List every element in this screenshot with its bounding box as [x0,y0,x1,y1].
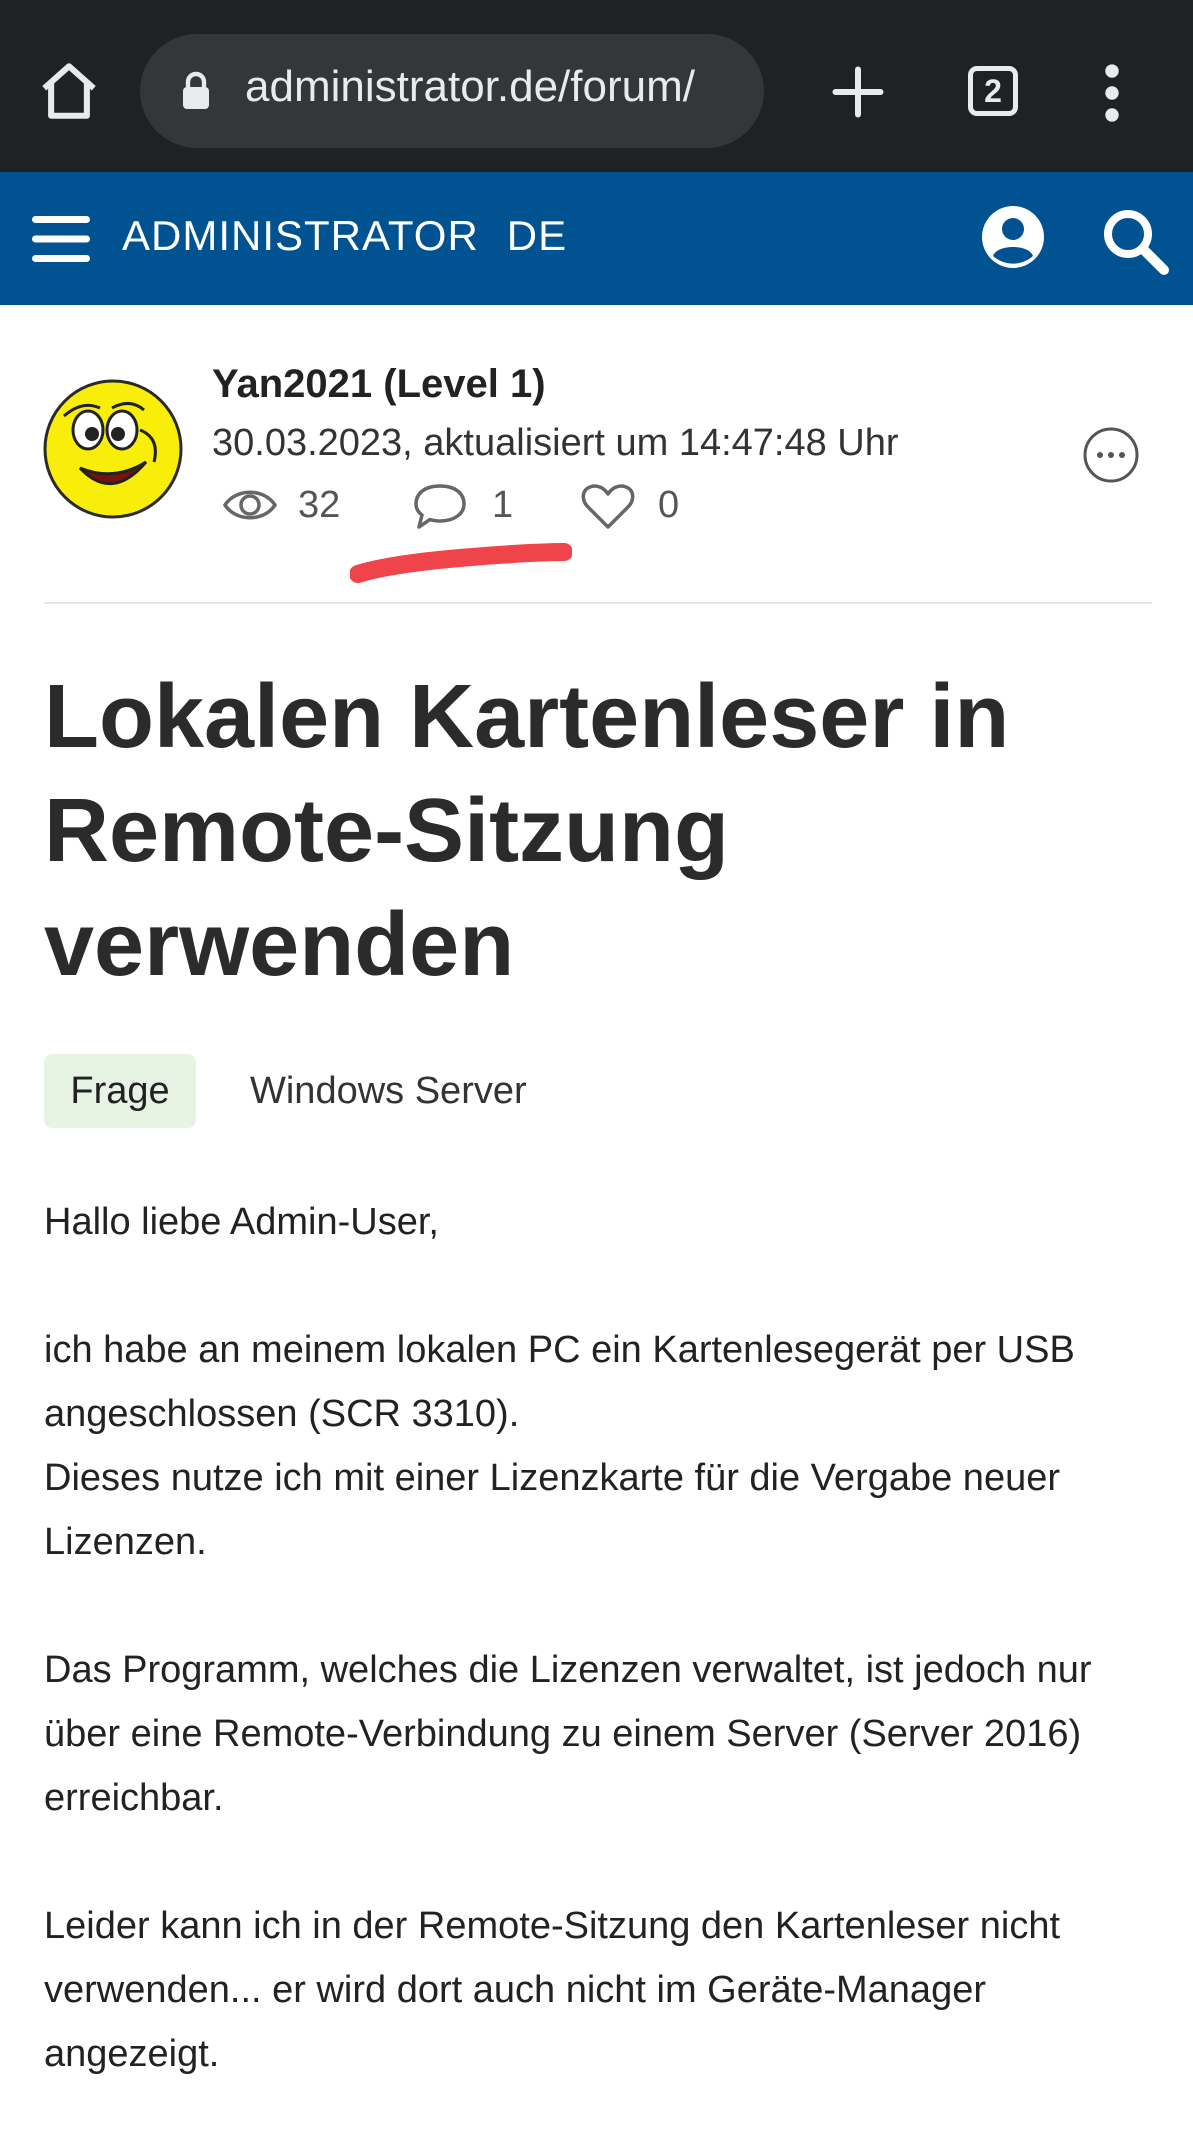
red-underline-annotation [350,543,572,583]
brand-main: ADMINISTRATOR [122,212,479,259]
brand-suffix: DE [506,212,568,259]
body-paragraph: Hallo liebe Admin-User, [44,1201,439,1243]
body-paragraph: Leider kann ich in der Remote-Sitzung de… [44,1905,1061,2075]
tab-switcher-button[interactable]: 2 [968,66,1018,116]
body-paragraph: ich habe an meinem lokalen PC ein Karten… [44,1329,1075,1563]
body-paragraph: Das Programm, welches die Lizenzen verwa… [44,1649,1092,1819]
tag-badge[interactable]: Frage [44,1054,196,1128]
eye-icon [222,490,278,520]
new-tab-icon[interactable] [828,62,888,122]
views-count: 32 [298,484,341,526]
category-link[interactable]: Windows Server [250,1070,527,1113]
site-logo[interactable]: ADMINISTRATOR DE [122,212,567,260]
lock-icon [183,71,209,109]
comment-icon [414,484,466,529]
search-icon[interactable] [1100,206,1170,276]
comments-count: 1 [492,484,514,526]
site-header: ADMINISTRATOR DE [0,172,1193,305]
post-date: 30.03.2023, aktualisiert um 14:47:48 Uhr [212,422,899,464]
user-icon[interactable] [980,204,1046,270]
hamburger-menu-icon[interactable] [32,214,90,264]
divider [44,602,1152,604]
home-icon[interactable] [36,58,102,124]
likes-count: 0 [658,484,680,526]
more-options-icon[interactable] [1082,426,1140,484]
url-text: administrator.de/forum/ [245,62,695,111]
more-vertical-icon[interactable] [1098,62,1126,124]
author-name[interactable]: Yan2021 (Level 1) [212,362,546,407]
heart-icon [581,484,635,529]
address-bar[interactable]: administrator.de/forum/ [140,34,764,148]
post-title: Lokalen Kartenleser in Remote-Sitzung ve… [44,667,1010,995]
avatar[interactable] [42,378,184,520]
post-body: Hallo liebe Admin-User, ich habe an mein… [44,1190,1164,2150]
browser-toolbar: administrator.de/forum/ 2 [0,0,1193,172]
